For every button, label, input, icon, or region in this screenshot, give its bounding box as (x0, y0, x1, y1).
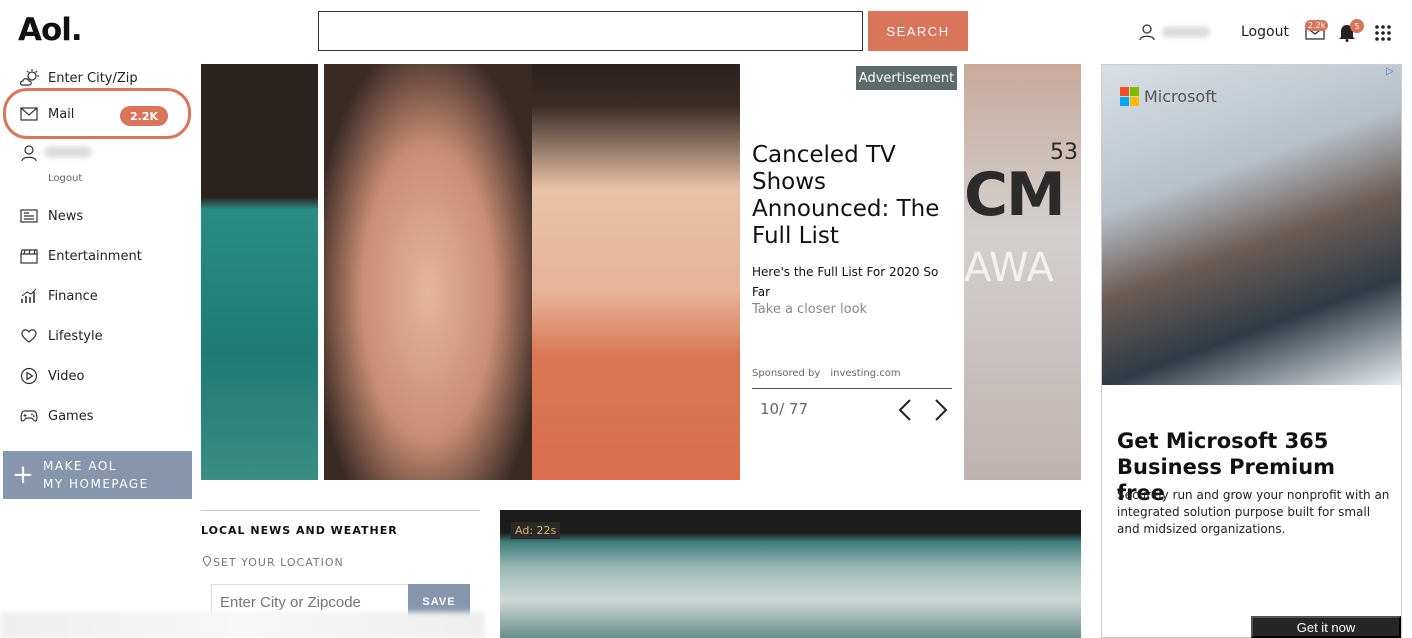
microsoft-logo: Microsoft (1120, 87, 1217, 106)
slide-counter: 10/ 77 (760, 400, 808, 418)
weather-location[interactable]: Enter City/Zip (20, 67, 138, 89)
notification-badge: 5 (1350, 19, 1364, 33)
sidebar-item-video[interactable]: Video (20, 365, 84, 387)
sidebar-item-lifestyle[interactable]: Lifestyle (20, 325, 103, 347)
carousel-image-actress[interactable] (532, 64, 740, 480)
ad-timer: Ad: 22s (511, 522, 561, 539)
adchoices-icon[interactable]: ▷ (1386, 66, 1394, 77)
sidebar-lifestyle-label: Lifestyle (48, 328, 103, 344)
sidebar-mail-count: 2.2K (120, 106, 168, 126)
sidebar-video-label: Video (48, 368, 85, 384)
set-location-link[interactable]: SET YOUR LOCATION (201, 555, 344, 570)
sidebar-entertainment-label: Entertainment (48, 248, 142, 264)
next-slide-sign-text: CM (964, 160, 1066, 230)
carousel-headline[interactable]: Canceled TV Shows Announced: The Full Li… (752, 142, 952, 250)
search-input[interactable] (318, 11, 863, 51)
sidebar-item-games[interactable]: Games (20, 405, 93, 427)
chart-icon (20, 288, 40, 304)
microsoft-logo-icon (1120, 87, 1139, 106)
heart-icon (20, 328, 40, 344)
make-homepage-line1: MAKE AOL (43, 459, 117, 473)
sidebar-news-label: News (48, 208, 84, 224)
make-aol-homepage-button[interactable]: + MAKE AOL MY HOMEPAGE (3, 451, 192, 499)
apps-grid-icon[interactable] (1374, 24, 1392, 46)
microsoft-ad-image[interactable] (1102, 65, 1401, 385)
divider (201, 510, 480, 511)
video-ad-player[interactable] (500, 510, 1081, 638)
microsoft-brand-text: Microsoft (1144, 87, 1217, 106)
news-icon (20, 208, 40, 224)
chevron-left-icon[interactable] (896, 398, 914, 426)
user-icon[interactable] (1138, 23, 1156, 45)
sponsored-by: Sponsored by investing.com (752, 368, 901, 379)
clapperboard-icon (20, 248, 40, 264)
advertisement-label: Advertisement (856, 66, 957, 90)
envelope-icon (20, 107, 40, 121)
get-it-now-button[interactable]: Get it now (1251, 616, 1401, 638)
username-redacted (1162, 26, 1210, 38)
sidebar-item-finance[interactable]: Finance (20, 285, 98, 307)
user-icon (20, 144, 38, 166)
plus-icon: + (12, 460, 34, 490)
sidebar-finance-label: Finance (48, 288, 98, 304)
location-pin-icon (201, 555, 213, 570)
sidebar-item-mail[interactable]: Mail (20, 103, 74, 125)
aol-logo[interactable]: Aol. (18, 12, 83, 48)
carousel-subtitle: Here's the Full List For 2020 So Far (752, 265, 939, 299)
sidebar-games-label: Games (48, 408, 94, 424)
play-icon (20, 367, 40, 385)
gamepad-icon (20, 409, 40, 423)
weather-label: Enter City/Zip (48, 70, 138, 86)
divider (752, 388, 952, 389)
sidebar-logout-link[interactable]: Logout (48, 173, 82, 184)
carousel-prev-slide-image[interactable] (201, 64, 318, 480)
chevron-right-icon[interactable] (932, 398, 950, 426)
mail-count-badge: 2.2k (1305, 20, 1329, 31)
set-location-label: SET YOUR LOCATION (213, 556, 344, 569)
sidebar-item-news[interactable]: News (20, 205, 83, 227)
search-button[interactable]: SEARCH (868, 11, 968, 51)
sponsored-by-label: Sponsored by (752, 368, 821, 379)
redacted-region (0, 612, 485, 638)
carousel-link[interactable]: Take a closer look (752, 302, 867, 317)
sponsor-name[interactable]: investing.com (830, 368, 900, 379)
weather-icon (20, 69, 40, 87)
logout-link[interactable]: Logout (1241, 24, 1289, 40)
make-homepage-line2: MY HOMEPAGE (43, 477, 149, 491)
ad-body-text: Securely run and grow your nonprofit wit… (1117, 488, 1390, 536)
carousel-image-actor[interactable] (324, 64, 532, 480)
sidebar-item-entertainment[interactable]: Entertainment (20, 245, 142, 267)
sidebar-mail-label: Mail (48, 106, 75, 122)
local-news-title: LOCAL NEWS AND WEATHER (201, 524, 398, 537)
next-slide-sign-text-2: AWA (964, 245, 1054, 291)
sidebar-username-redacted (44, 146, 92, 158)
